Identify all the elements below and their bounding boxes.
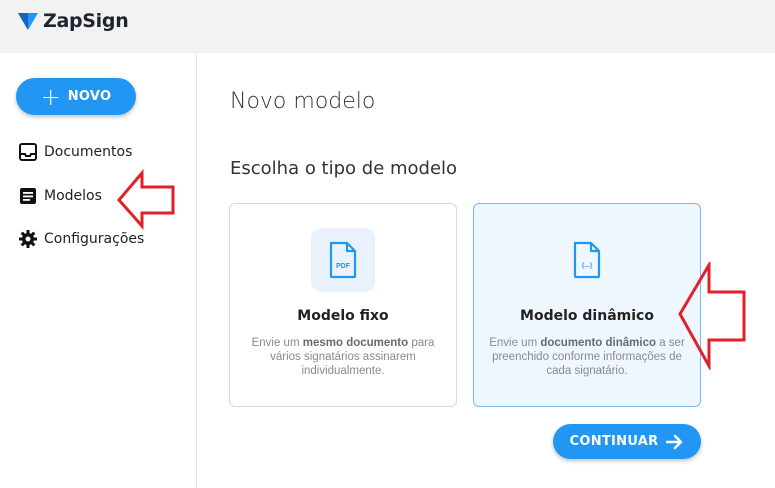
card-title: Modelo fixo xyxy=(297,308,389,324)
zapsign-logo-icon xyxy=(18,13,38,30)
top-bar: ZapSign xyxy=(0,0,775,53)
inbox-icon xyxy=(19,143,37,161)
card-description: Envie um documento dinâmico a ser preenc… xyxy=(489,337,685,377)
page-title: Novo modelo xyxy=(230,89,376,114)
section-title: Escolha o tipo de modelo xyxy=(230,158,458,179)
continue-button-label: CONTINUAR xyxy=(569,434,659,449)
new-button-label: NOVO xyxy=(67,89,112,104)
sidebar-item-label: Configurações xyxy=(44,231,145,247)
plus-icon: + xyxy=(40,82,61,111)
svg-text:{...}: {...} xyxy=(582,262,593,269)
annotation-arrow-left xyxy=(678,262,746,370)
sidebar-item-configuracoes[interactable]: Configurações xyxy=(18,229,144,249)
template-type-card-dinamico[interactable]: {...} Modelo dinâmico Envie um documento… xyxy=(473,203,701,407)
pdf-file-icon: PDF xyxy=(311,228,375,292)
card-description: Envie um mesmo documento para vários sig… xyxy=(251,337,435,377)
new-button[interactable]: + NOVO xyxy=(16,78,136,115)
zapsign-logo[interactable]: ZapSign xyxy=(17,10,129,32)
continue-button[interactable]: CONTINUAR xyxy=(553,424,701,459)
dynamic-file-icon: {...} xyxy=(555,228,619,292)
sidebar-item-label: Documentos xyxy=(44,144,133,160)
arrow-right-icon xyxy=(666,434,683,449)
template-type-card-fixo[interactable]: PDF Modelo fixo Envie um mesmo documento… xyxy=(229,203,457,407)
sidebar-item-modelos[interactable]: Modelos xyxy=(18,186,102,206)
sidebar-item-documentos[interactable]: Documentos xyxy=(18,142,132,162)
card-title: Modelo dinâmico xyxy=(520,308,654,324)
sidebar: + NOVO Documentos Modelos Configurações xyxy=(0,53,197,488)
gear-icon xyxy=(19,230,37,248)
sidebar-item-label: Modelos xyxy=(44,188,102,204)
svg-text:PDF: PDF xyxy=(336,263,351,270)
brand-name: ZapSign xyxy=(43,10,129,32)
annotation-arrow-left xyxy=(117,168,175,230)
template-icon xyxy=(20,188,36,204)
